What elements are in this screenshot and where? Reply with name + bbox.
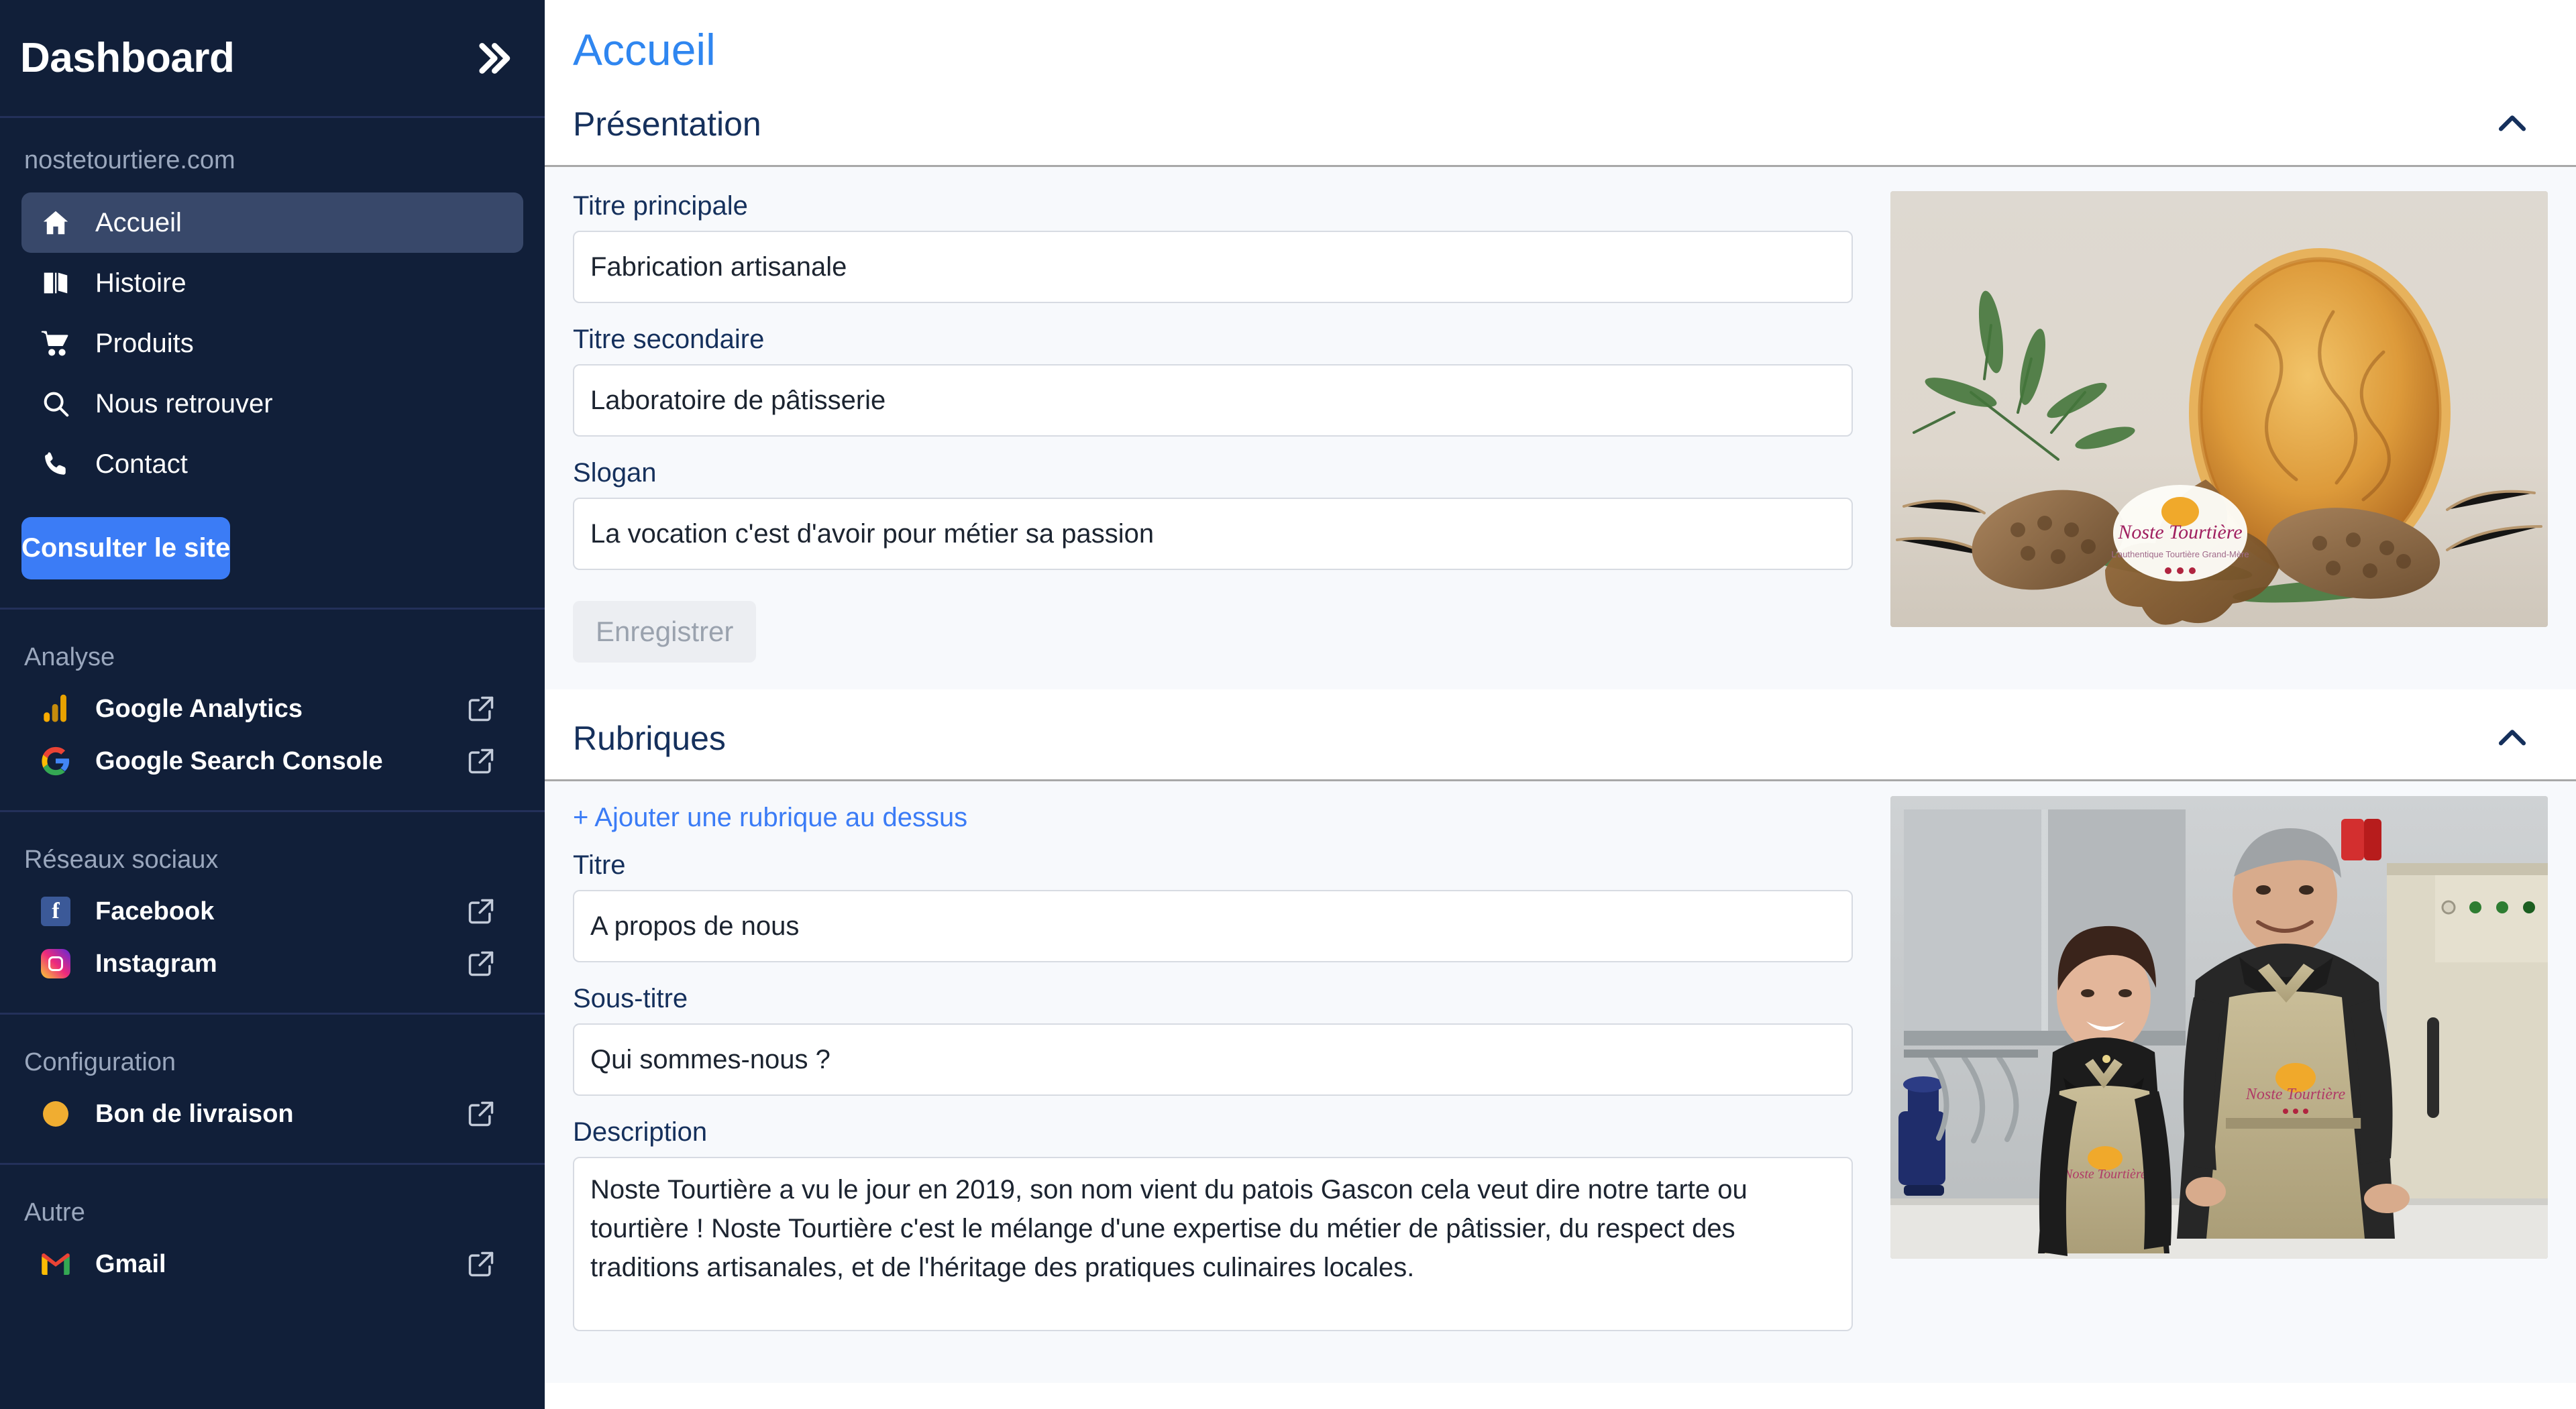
sidebar-item-label: Nous retrouver [95, 388, 273, 418]
sidebar-group-configuration: Configuration Bon de livraison [0, 1015, 545, 1165]
sous-titre-input[interactable] [573, 1023, 1853, 1096]
chevron-double-right-icon[interactable] [464, 32, 518, 85]
sidebar-item-accueil[interactable]: Accueil [21, 192, 523, 253]
titre-secondaire-label: Titre secondaire [573, 325, 765, 354]
svg-text:Noste Tourtière: Noste Tourtière [2245, 1086, 2346, 1103]
slogan-label: Slogan [573, 458, 657, 488]
svg-text:Noste Tourtière: Noste Tourtière [2063, 1167, 2147, 1182]
sidebar-item-label: Facebook [95, 897, 215, 925]
presentation-body: Titre principale Titre secondaire Slogan… [545, 167, 2576, 689]
sidebar-item-label: Bon de livraison [95, 1099, 294, 1128]
external-link-icon[interactable] [466, 693, 496, 724]
sidebar-item-histoire[interactable]: Histoire [21, 253, 523, 313]
sidebar-item-label: Accueil [95, 207, 182, 237]
page-title: Accueil [573, 25, 716, 74]
description-label: Description [573, 1117, 708, 1147]
sidebar-item-bon-de-livraison[interactable]: Bon de livraison [21, 1088, 523, 1140]
field-titre: Titre [573, 850, 1853, 962]
book-icon [39, 266, 72, 300]
sidebar-title: Dashboard [20, 35, 235, 81]
google-search-console-icon [39, 744, 72, 778]
rubriques-image-column: Noste Tourtière Noste Tourtière [1890, 796, 2548, 1356]
external-link-icon[interactable] [466, 1098, 496, 1129]
sidebar-group-label: Configuration [24, 1048, 176, 1076]
svg-text:L'authentique Tourtière Grand-: L'authentique Tourtière Grand-Mère [2111, 549, 2249, 559]
sidebar-item-label: Contact [95, 449, 188, 479]
titre-secondaire-input[interactable] [573, 364, 1853, 437]
sidebar-nav-section: nostetourtiere.com Accueil Histoire Prod… [0, 118, 545, 610]
cart-icon [39, 327, 72, 360]
sidebar-item-contact[interactable]: Contact [21, 434, 523, 494]
presentation-heading: Présentation [573, 105, 761, 143]
presentation-header: Présentation [545, 75, 2576, 167]
sidebar-group-label: Réseaux sociaux [24, 846, 219, 874]
description-textarea[interactable] [573, 1157, 1853, 1331]
sidebar-group-reseaux-sociaux: Réseaux sociaux f Facebook Instagram [0, 812, 545, 1015]
sidebar-item-label: Instagram [95, 949, 217, 978]
phone-icon [39, 447, 72, 481]
external-link-icon[interactable] [466, 746, 496, 777]
sidebar-item-label: Google Search Console [95, 746, 383, 775]
external-link-icon[interactable] [466, 948, 496, 979]
main-content: Accueil Présentation Titre principale Ti… [545, 0, 2576, 1409]
chevron-up-icon[interactable] [2486, 98, 2538, 150]
search-icon [39, 387, 72, 420]
patissiers-photo: Noste Tourtière Noste Tourtière [1890, 796, 2548, 1259]
orange-dot-icon [39, 1097, 72, 1131]
sidebar-group-autre: Autre Gmail [0, 1165, 545, 1313]
rubriques-heading: Rubriques [573, 720, 726, 757]
external-link-icon[interactable] [466, 1249, 496, 1280]
tourtiere-photo: Noste Tourtière L'authentique Tourtière … [1890, 191, 2548, 627]
sidebar-item-produits[interactable]: Produits [21, 313, 523, 374]
external-link-icon[interactable] [466, 896, 496, 927]
sidebar-header: Dashboard [0, 0, 545, 118]
google-analytics-icon [39, 692, 72, 726]
sidebar-item-facebook[interactable]: f Facebook [21, 885, 523, 938]
titre-principale-label: Titre principale [573, 191, 748, 221]
sidebar: Dashboard nostetourtiere.com Accueil His… [0, 0, 545, 1409]
sidebar-item-label: Google Analytics [95, 694, 303, 723]
rubriques-form: + Ajouter une rubrique au dessus Titre S… [573, 796, 1853, 1356]
sidebar-group-analyse: Analyse Google Analytics Google Search C… [0, 610, 545, 812]
field-titre-secondaire: Titre secondaire [573, 325, 1853, 437]
sidebar-domain: nostetourtiere.com [24, 146, 235, 174]
facebook-icon: f [39, 895, 72, 928]
sidebar-group-label: Analyse [24, 643, 115, 671]
gmail-icon [39, 1247, 72, 1281]
field-slogan: Slogan [573, 458, 1853, 570]
sidebar-item-instagram[interactable]: Instagram [21, 938, 523, 990]
instagram-icon [39, 947, 72, 980]
sidebar-item-google-analytics[interactable]: Google Analytics [21, 683, 523, 735]
sidebar-item-label: Gmail [95, 1249, 166, 1278]
chevron-up-icon[interactable] [2486, 712, 2538, 765]
home-icon [39, 206, 72, 239]
field-description: Description [573, 1117, 1853, 1335]
sidebar-item-google-search-console[interactable]: Google Search Console [21, 735, 523, 787]
sidebar-item-nous-retrouver[interactable]: Nous retrouver [21, 374, 523, 434]
svg-text:Noste Tourtière: Noste Tourtière [2117, 521, 2242, 543]
presentation-image-column: Noste Tourtière L'authentique Tourtière … [1890, 191, 2548, 663]
rubriques-header: Rubriques [545, 689, 2576, 781]
enregistrer-button[interactable]: Enregistrer [573, 601, 757, 663]
presentation-form: Titre principale Titre secondaire Slogan… [573, 191, 1853, 663]
field-sous-titre: Sous-titre [573, 984, 1853, 1096]
sidebar-item-gmail[interactable]: Gmail [21, 1238, 523, 1290]
consulter-le-site-button[interactable]: Consulter le site [21, 517, 231, 579]
titre-label: Titre [573, 850, 626, 880]
titre-principale-input[interactable] [573, 231, 1853, 303]
slogan-input[interactable] [573, 498, 1853, 570]
section-rubriques: Rubriques + Ajouter une rubrique au dess… [545, 689, 2576, 1383]
sidebar-item-label: Histoire [95, 268, 186, 298]
rubriques-body: + Ajouter une rubrique au dessus Titre S… [545, 781, 2576, 1383]
section-presentation: Présentation Titre principale Titre seco… [545, 75, 2576, 689]
field-titre-principale: Titre principale [573, 191, 1853, 303]
sous-titre-label: Sous-titre [573, 984, 688, 1013]
sidebar-item-label: Produits [95, 328, 194, 358]
titre-input[interactable] [573, 890, 1853, 962]
sidebar-group-label: Autre [24, 1198, 85, 1227]
ajouter-rubrique-link[interactable]: + Ajouter une rubrique au dessus [573, 796, 967, 850]
